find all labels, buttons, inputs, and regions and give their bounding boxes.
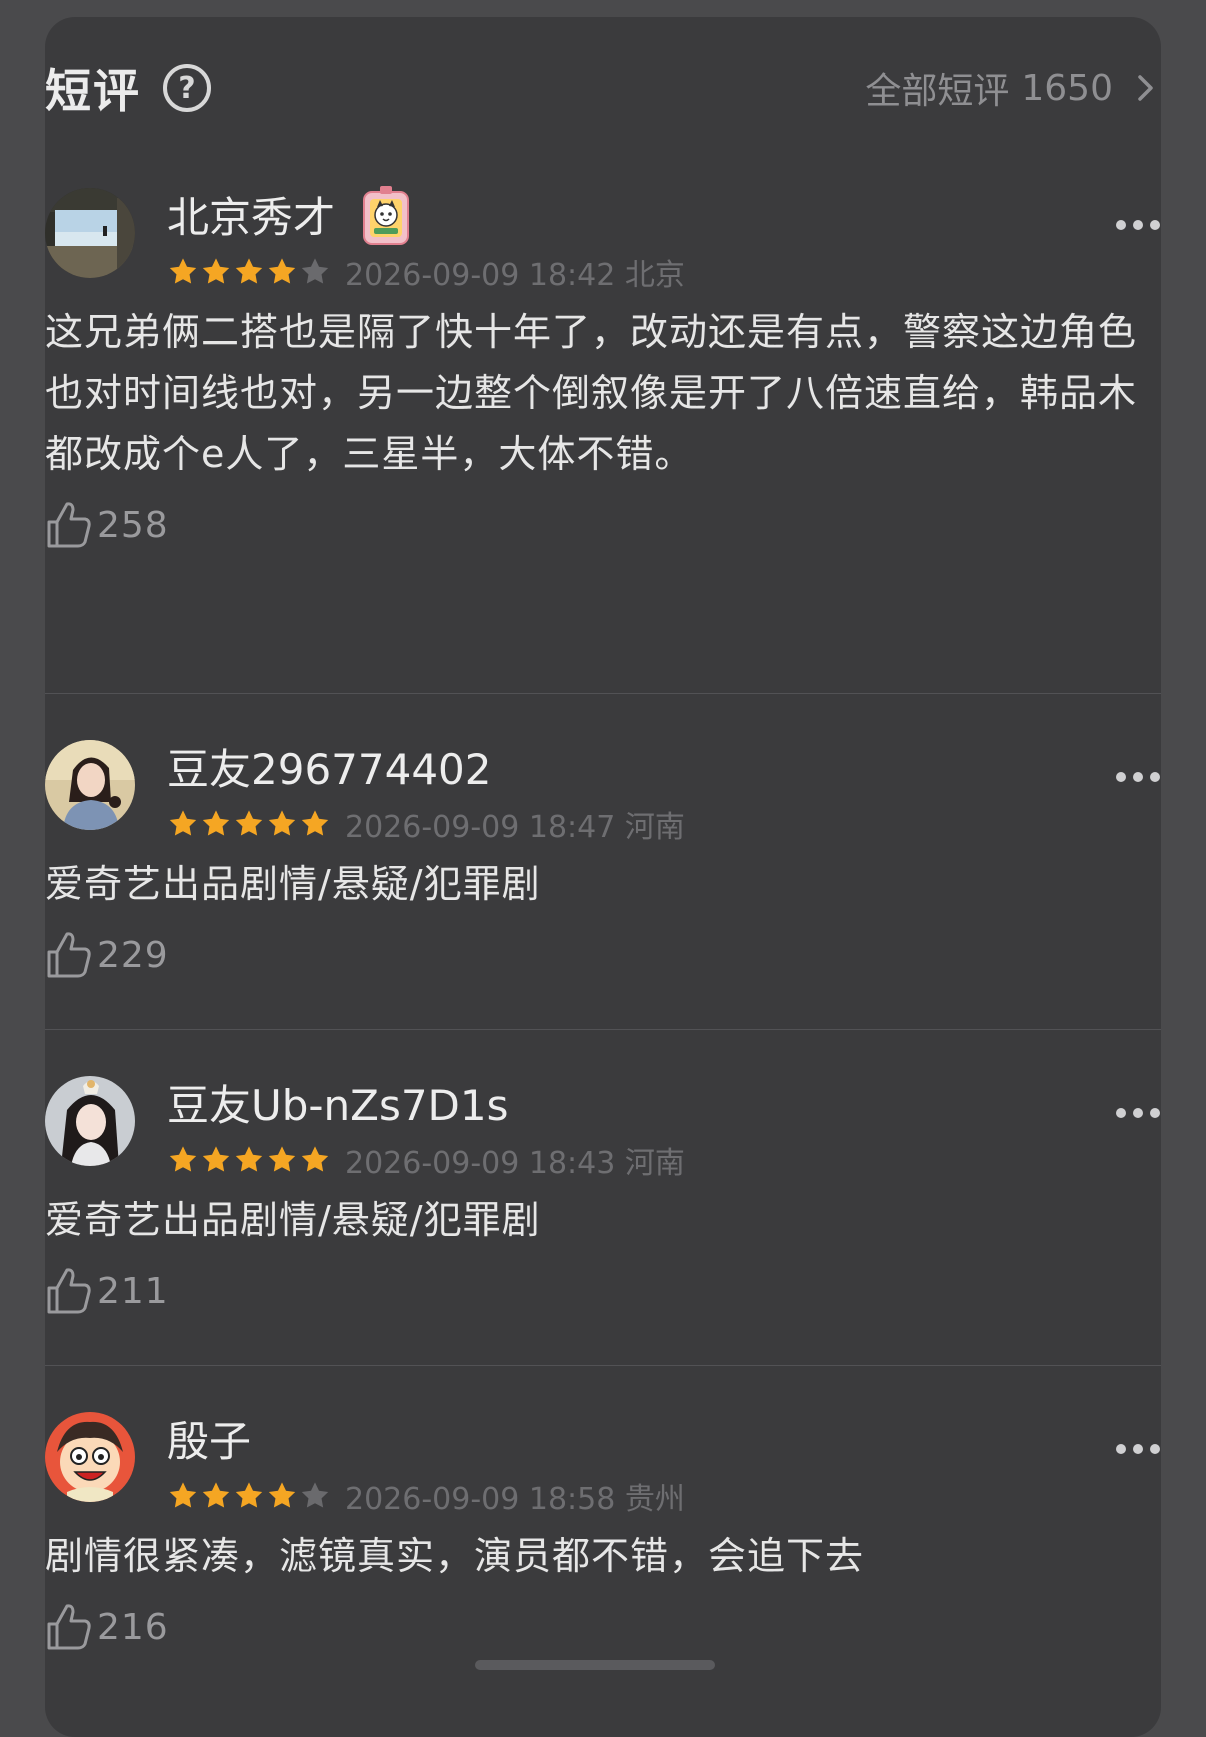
like-count: 216 xyxy=(97,1606,169,1648)
review-time-location: 2026-09-09 18:43 河南 xyxy=(345,1146,685,1181)
star-filled-icon xyxy=(202,258,230,284)
review-time-location: 2026-09-09 18:58 贵州 xyxy=(345,1482,685,1517)
all-reviews-label: 全部短评 xyxy=(865,71,1010,112)
review-meta: 2026-09-09 18:43 河南 xyxy=(167,1138,685,1182)
review-meta: 2026-09-09 18:47 河南 xyxy=(167,802,685,846)
section-title: 短评 xyxy=(45,64,141,118)
avatar[interactable] xyxy=(45,1076,135,1166)
like-button[interactable]: 211 xyxy=(45,1261,1161,1321)
like-button[interactable]: 216 xyxy=(45,1597,1161,1657)
review-meta: 2026-09-09 18:58 贵州 xyxy=(167,1474,685,1518)
star-rating xyxy=(167,1144,331,1176)
star-filled-icon xyxy=(169,258,197,284)
review-text: 这兄弟俩二搭也是隔了快十年了，改动还是有点，警察这边角色也对时间线也对，另一边整… xyxy=(45,310,1138,476)
avatar[interactable] xyxy=(45,740,135,830)
star-filled-icon xyxy=(169,1482,197,1508)
thumbs-up-icon xyxy=(47,1268,91,1314)
username[interactable]: 殷子 xyxy=(167,1408,251,1469)
star-filled-icon xyxy=(268,1482,296,1508)
all-reviews-link[interactable]: 全部短评 1650 xyxy=(865,62,1161,114)
review-time-location: 2026-09-09 18:42 北京 xyxy=(345,258,685,293)
star-filled-icon xyxy=(301,810,329,836)
review-item: 豆友296774402 2026-09-09 18:47 河南 爱奇艺出品剧情/… xyxy=(45,740,1161,985)
star-filled-icon xyxy=(268,258,296,284)
star-filled-icon xyxy=(235,810,263,836)
star-filled-icon xyxy=(202,810,230,836)
star-rating xyxy=(167,1480,331,1512)
star-empty-icon xyxy=(301,1482,329,1508)
star-filled-icon xyxy=(202,1146,230,1172)
like-count: 211 xyxy=(97,1270,169,1312)
review-item: 豆友Ub-nZs7D1s 2026-09-09 18:43 河南 爱奇艺出品剧情… xyxy=(45,1076,1161,1321)
thumbs-up-icon xyxy=(47,1604,91,1650)
all-reviews-count: 1650 xyxy=(1021,67,1113,109)
like-button[interactable]: 258 xyxy=(45,495,1161,555)
star-filled-icon xyxy=(268,810,296,836)
star-filled-icon xyxy=(301,1146,329,1172)
more-options-icon[interactable] xyxy=(1115,1106,1161,1120)
more-options-icon[interactable] xyxy=(1115,218,1161,232)
star-filled-icon xyxy=(202,1482,230,1508)
review-text: 剧情很紧凑，滤镜真实，演员都不错，会追下去 xyxy=(45,1534,865,1578)
question-circle-icon[interactable]: ? xyxy=(163,64,211,112)
username[interactable]: 北京秀才 xyxy=(167,184,410,245)
tiger-badge-icon xyxy=(363,185,410,245)
divider xyxy=(45,1029,1161,1030)
review-item: 北京秀才 2026-09-09 18:42 北京 这兄弟俩二搭也是隔了快十年了，… xyxy=(45,185,1161,555)
star-filled-icon xyxy=(235,258,263,284)
star-rating xyxy=(167,256,331,288)
star-rating xyxy=(167,808,331,840)
star-filled-icon xyxy=(235,1146,263,1172)
header-left: 短评 ? xyxy=(45,55,211,121)
star-empty-icon xyxy=(301,258,329,284)
avatar[interactable] xyxy=(45,1412,135,1502)
review-item: 殷子 2026-09-09 18:58 贵州 剧情很紧凑，滤镜真实，演员都不错，… xyxy=(45,1412,1161,1657)
star-filled-icon xyxy=(268,1146,296,1172)
avatar[interactable] xyxy=(45,188,135,278)
review-text: 爱奇艺出品剧情/悬疑/犯罪剧 xyxy=(45,1198,541,1242)
star-filled-icon xyxy=(235,1482,263,1508)
like-button[interactable]: 229 xyxy=(45,925,1161,985)
review-time-location: 2026-09-09 18:47 河南 xyxy=(345,810,685,845)
review-text: 爱奇艺出品剧情/悬疑/犯罪剧 xyxy=(45,862,541,906)
star-filled-icon xyxy=(169,810,197,836)
section-header: 短评 ? 全部短评 1650 xyxy=(45,58,1161,118)
more-options-icon[interactable] xyxy=(1115,770,1161,784)
review-meta: 2026-09-09 18:42 北京 xyxy=(167,250,685,294)
divider xyxy=(45,693,1161,694)
thumbs-up-icon xyxy=(47,932,91,978)
chevron-right-icon xyxy=(1138,75,1153,101)
home-indicator xyxy=(475,1660,715,1670)
more-options-icon[interactable] xyxy=(1115,1442,1161,1456)
like-count: 229 xyxy=(97,934,169,976)
username[interactable]: 豆友Ub-nZs7D1s xyxy=(167,1072,509,1133)
like-count: 258 xyxy=(97,504,169,546)
username[interactable]: 豆友296774402 xyxy=(167,736,492,797)
thumbs-up-icon xyxy=(47,502,91,548)
divider xyxy=(45,1365,1161,1366)
star-filled-icon xyxy=(169,1146,197,1172)
